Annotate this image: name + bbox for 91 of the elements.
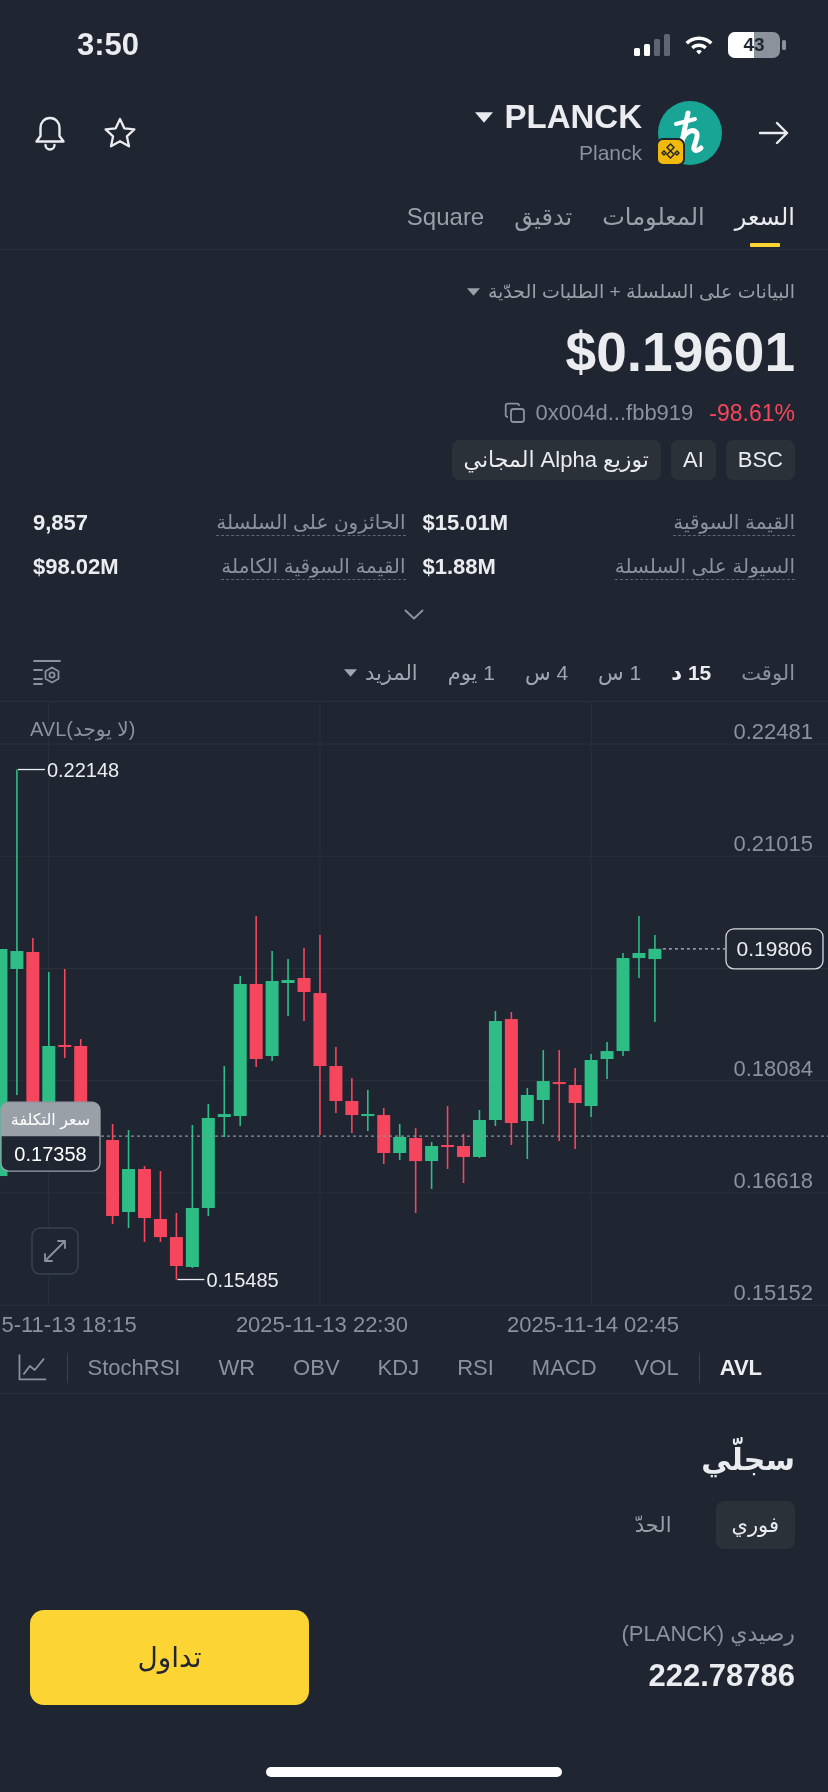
data-source-dropdown[interactable]: البيانات على السلسلة + الطلبات الحدّية <box>466 280 795 304</box>
stat-label[interactable]: القيمة السوقية الكاملة <box>221 552 406 580</box>
interval-tab[interactable]: 1 س <box>598 656 642 689</box>
candle <box>632 915 646 979</box>
battery-icon <box>728 32 786 58</box>
price-change: -98.61% <box>709 400 795 426</box>
candle <box>329 1046 343 1114</box>
interval-tab[interactable]: 15 د <box>671 656 712 689</box>
candle <box>472 1109 486 1159</box>
section-title: سجلّي <box>701 1420 795 1480</box>
more-dropdown[interactable]: المزيد <box>343 656 418 689</box>
current-price-line <box>662 948 726 950</box>
chain-badge-icon <box>656 137 685 166</box>
current-price-value: 0.19806 <box>736 937 813 961</box>
candle <box>345 1077 359 1134</box>
token-name: Planck <box>578 140 642 166</box>
page-tab[interactable]: Square <box>406 203 485 249</box>
indicator-label: AVL(لا يوجد) <box>30 718 136 740</box>
cost-price-title: سعر التكلفة <box>10 1111 91 1129</box>
candle <box>361 1089 375 1132</box>
interval-tab[interactable]: 4 س <box>524 656 569 689</box>
candle <box>584 1053 598 1118</box>
order-type-tab[interactable]: فوري <box>715 1501 795 1549</box>
time-axis-label: 2025-11-13 22:30 <box>235 1312 408 1337</box>
battery-percent: 43 <box>743 33 765 57</box>
token-tag: AI <box>670 440 716 480</box>
candle <box>393 1123 407 1161</box>
indicator-tab[interactable]: RSI <box>457 1351 494 1384</box>
indicator-tab[interactable]: KDJ <box>377 1351 420 1384</box>
balance-label: رصيدي (PLANCK) <box>621 1620 795 1648</box>
stat-label[interactable]: الحائزون على السلسلة <box>216 508 406 536</box>
trade-button[interactable]: تداول <box>30 1610 309 1705</box>
candle <box>600 1041 614 1080</box>
caret-icon <box>474 111 493 123</box>
stat-label[interactable]: القيمة السوقية <box>673 508 795 536</box>
page-tab[interactable]: تدقيق <box>514 203 573 249</box>
candle <box>377 1107 391 1165</box>
indicator-tab[interactable]: OBV <box>293 1351 340 1384</box>
price-axis-label: 0.21015 <box>733 831 813 857</box>
candle <box>281 958 295 1017</box>
price-axis-label: 0.18084 <box>733 1055 813 1081</box>
leader-line <box>176 1278 206 1281</box>
order-type-tab[interactable]: الحدّ <box>618 1501 688 1549</box>
page-tab[interactable]: السعر <box>734 203 795 249</box>
candle-drawing <box>74 1038 88 1103</box>
line-chart-icon[interactable] <box>18 1354 47 1381</box>
candle <box>441 1105 455 1170</box>
high-price-label: 0.22148 <box>46 758 120 781</box>
chart-settings-icon[interactable] <box>33 659 61 686</box>
indicator-tab[interactable]: VOL <box>634 1351 679 1384</box>
page-tab[interactable]: المعلومات <box>602 203 705 249</box>
expand-icon <box>44 1240 66 1262</box>
stat-value: $1.88M <box>422 552 496 581</box>
interval-tab[interactable]: 1 يوم <box>447 656 495 689</box>
price-axis-label: 0.15152 <box>733 1280 813 1305</box>
stat-value: $15.01M <box>422 508 509 537</box>
star-icon[interactable] <box>103 116 137 149</box>
copy-icon[interactable] <box>503 402 526 424</box>
price-axis-label: 0.16618 <box>733 1167 813 1193</box>
stat-value: 9,857 <box>33 508 89 537</box>
chevron-down-icon[interactable] <box>404 609 424 620</box>
stat-value: $98.02M <box>33 552 119 581</box>
expand-button[interactable] <box>31 1227 79 1275</box>
balance-value: 222.78786 <box>648 1658 795 1694</box>
token-tag: توزيع Alpha المجاني <box>451 440 661 480</box>
caret-icon <box>466 288 480 296</box>
wifi-icon <box>684 34 714 56</box>
candle <box>169 1212 183 1281</box>
status-time: 3:50 <box>77 27 140 63</box>
candle <box>425 1141 439 1190</box>
indicator-tab[interactable]: AVL <box>719 1351 762 1384</box>
arrow-right-icon[interactable] <box>758 120 790 145</box>
price-axis-label: 0.22481 <box>733 719 813 744</box>
indicator-tab[interactable]: MACD <box>531 1351 597 1384</box>
token-price: $0.19601 <box>564 322 795 382</box>
symbol-selector[interactable]: PLANCK <box>474 99 642 135</box>
signal-icon <box>634 34 670 56</box>
token-tag: BSC <box>725 440 795 480</box>
candle <box>457 1133 470 1184</box>
time-axis-label: 5-11-13 18:15 <box>1 1312 137 1337</box>
stat-label[interactable]: السيولة على السلسلة <box>614 552 795 580</box>
bell-icon[interactable] <box>33 114 67 151</box>
interval-label: الوقت <box>741 659 795 687</box>
contract-address[interactable]: 0x004d...fbb919 <box>535 400 694 426</box>
caret-icon <box>343 668 357 677</box>
time-axis-label: 2025-11-14 02:45 <box>507 1312 680 1337</box>
indicator-tab[interactable]: WR <box>218 1351 256 1384</box>
indicator-tab[interactable]: StochRSI <box>87 1351 181 1384</box>
low-price-label: 0.15485 <box>206 1268 279 1291</box>
cost-price-value: 0.17358 <box>14 1143 87 1166</box>
leader-line <box>17 768 46 771</box>
